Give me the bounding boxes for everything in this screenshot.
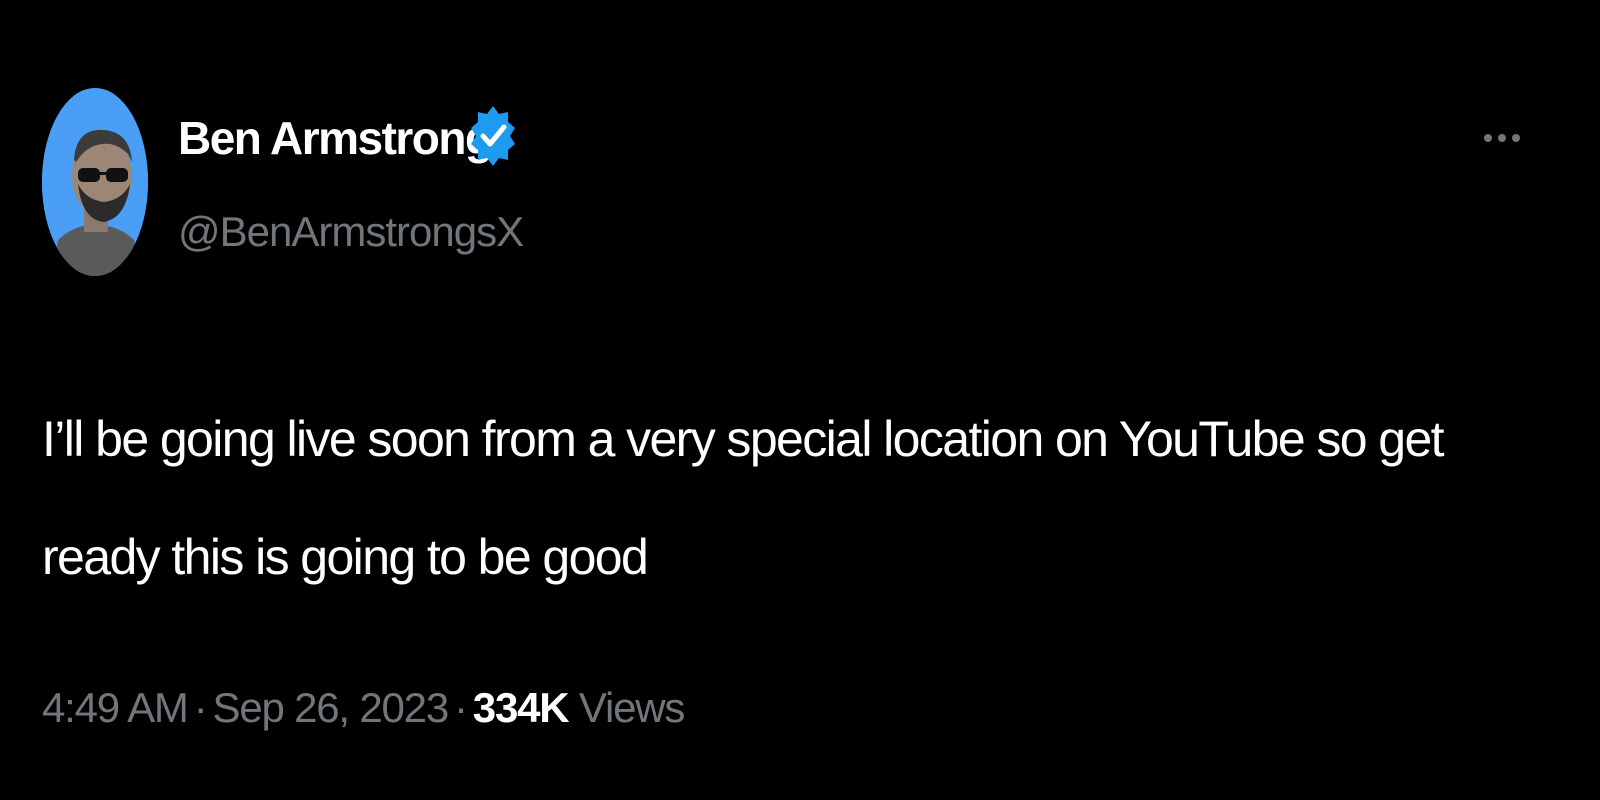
author-avatar[interactable] [42, 88, 148, 276]
more-options-icon [1484, 134, 1520, 142]
tweet-date[interactable]: Sep 26, 2023 [213, 684, 450, 731]
views-label: Views [578, 684, 685, 731]
meta-separator: · [193, 684, 208, 731]
tweet-time[interactable]: 4:49 AM [42, 684, 189, 731]
more-options-button[interactable] [1476, 118, 1536, 158]
author-handle[interactable]: @BenArmstrongsX [178, 200, 524, 264]
author-name[interactable]: Ben Armstrong [178, 106, 493, 170]
tweet-card: Ben Armstrong @BenArmstrongsX I’ll be go… [0, 0, 1600, 800]
views-count: 334K [472, 684, 570, 731]
tweet-text: I’ll be going live soon from a very spec… [42, 411, 1445, 585]
meta-separator: · [454, 684, 468, 731]
verified-badge-icon [470, 100, 516, 180]
avatar-photo [42, 88, 148, 276]
tweet-meta: 4:49 AM · Sep 26, 2023 · 334K Views [42, 672, 685, 744]
